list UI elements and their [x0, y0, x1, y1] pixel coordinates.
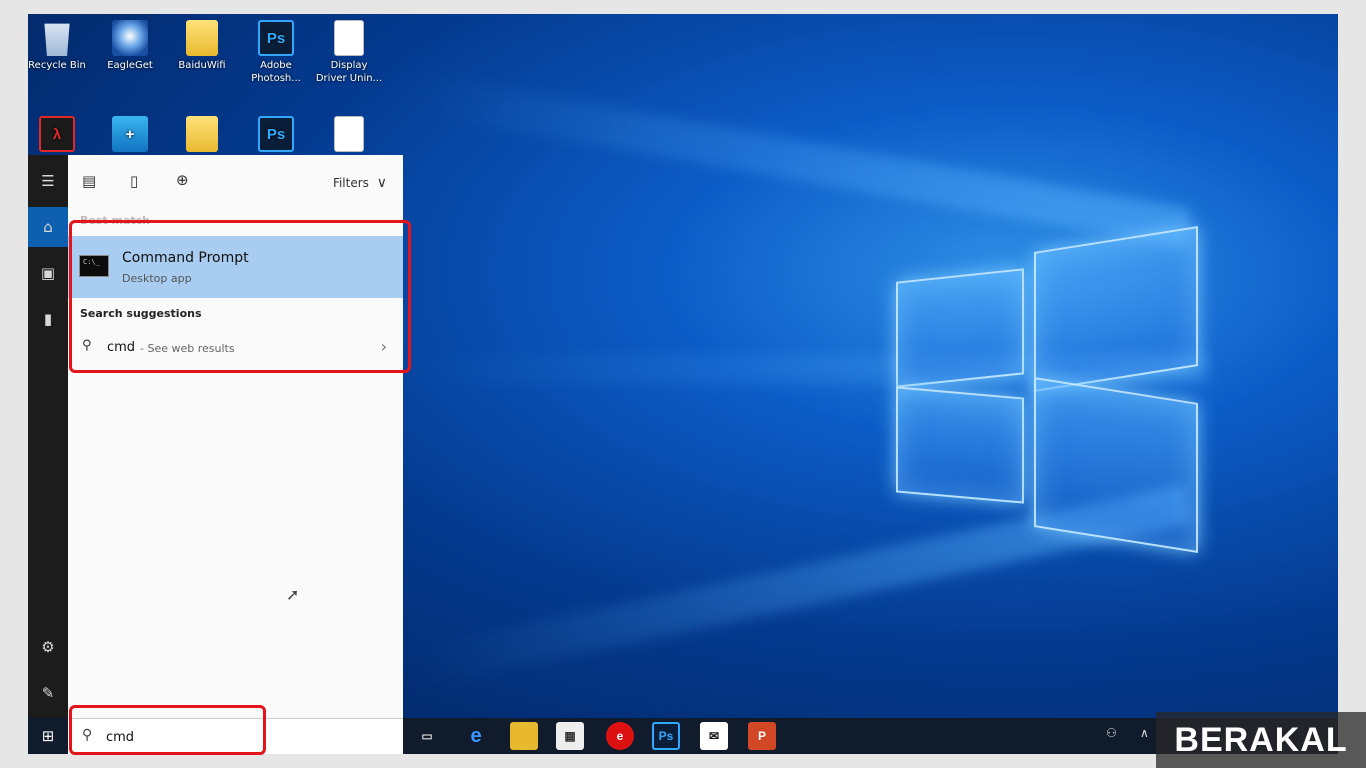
photoshop-taskbar-icon[interactable]: Ps [652, 722, 680, 750]
desktop-screen: Recycle Bin EagleGet BaiduWifi Ps Adobe … [28, 14, 1338, 754]
settings-gear-icon[interactable]: ⚙ [28, 627, 68, 667]
photoshop-icon: Ps [258, 116, 294, 152]
desktop-icon-adobe-photoshop[interactable]: Ps Adobe Photosh... [241, 20, 311, 85]
folder-icon [186, 20, 218, 56]
windows-start-icon[interactable]: ⊞ [28, 718, 68, 754]
eagle-icon [112, 20, 148, 56]
mail-icon[interactable]: ✉ [700, 722, 728, 750]
desktop-icon-label: EagleGet [107, 60, 153, 71]
desktop-icon-display-driver[interactable]: Display Driver Unin... [314, 20, 384, 85]
desktop-icon-toolbox[interactable]: + [95, 116, 165, 155]
document-icon [334, 20, 364, 56]
document-icon [334, 116, 364, 152]
desktop-icon-label: Recycle Bin [28, 60, 86, 71]
wallpaper-window-pane [1034, 226, 1198, 392]
desktop-icon-folder[interactable] [167, 116, 237, 155]
highlight-box-searchbox [69, 705, 266, 755]
app-red-icon[interactable]: e [606, 722, 634, 750]
highlight-box-results [69, 220, 411, 373]
wallpaper-window-pane [896, 386, 1024, 504]
watermark-logo: BERAKAL [1156, 712, 1366, 768]
desktop-icon-eagleget[interactable]: EagleGet [95, 20, 165, 72]
desktop-icon-label: Display Driver Unin... [315, 60, 383, 84]
desktop-icon-label: BaiduWifi [178, 60, 226, 71]
desktop-icon-label: Adobe Photosh... [251, 60, 301, 84]
mouse-cursor-icon: ➚ [286, 585, 300, 604]
edge-browser-icon[interactable]: e [462, 722, 490, 750]
apps-filter-icon[interactable]: ▤ [82, 172, 96, 190]
hamburger-menu-icon[interactable]: ☰ [28, 161, 68, 201]
powerpoint-icon[interactable]: P [748, 722, 776, 750]
desktop-icon-photoshop-2[interactable]: Ps [241, 116, 311, 155]
desktop-icon-document[interactable] [314, 116, 384, 155]
filters-label: Filters [332, 176, 369, 190]
device-icon[interactable]: ▮ [28, 299, 68, 339]
filters-dropdown[interactable]: Filters ∨ [333, 175, 387, 191]
desktop-icon-acrobat[interactable]: λ [28, 116, 92, 155]
wallpaper-beam [416, 73, 1192, 249]
notebook-icon[interactable]: ▣ [28, 253, 68, 293]
feedback-icon[interactable]: ✎ [28, 673, 68, 713]
folder-icon [186, 116, 218, 152]
wallpaper-window-pane [896, 268, 1024, 388]
desktop-icon-recycle-bin[interactable]: Recycle Bin [28, 20, 92, 72]
documents-filter-icon[interactable]: ▯ [130, 172, 138, 190]
home-icon[interactable]: ⌂ [28, 207, 68, 247]
people-icon[interactable]: ⚇ [1106, 726, 1117, 740]
acrobat-icon: λ [39, 116, 75, 152]
web-filter-globe-icon[interactable]: ⊕ [176, 171, 189, 189]
photoshop-icon: Ps [258, 20, 294, 56]
task-view-icon[interactable]: ▭ [413, 722, 441, 750]
file-explorer-icon[interactable] [510, 722, 538, 750]
desktop-icon-baiduwifi[interactable]: BaiduWifi [167, 20, 237, 72]
start-sidebar: ☰ ⌂ ▣ ▮ ⚙ ✎ [28, 155, 68, 740]
recycle-bin-icon [44, 23, 70, 56]
wallpaper-window-pane [1034, 377, 1198, 553]
store-icon[interactable]: ▦ [556, 722, 584, 750]
tray-chevron-up-icon[interactable]: ∧ [1140, 726, 1149, 740]
toolbox-icon: + [112, 116, 148, 152]
chevron-down-icon: ∨ [376, 175, 387, 191]
